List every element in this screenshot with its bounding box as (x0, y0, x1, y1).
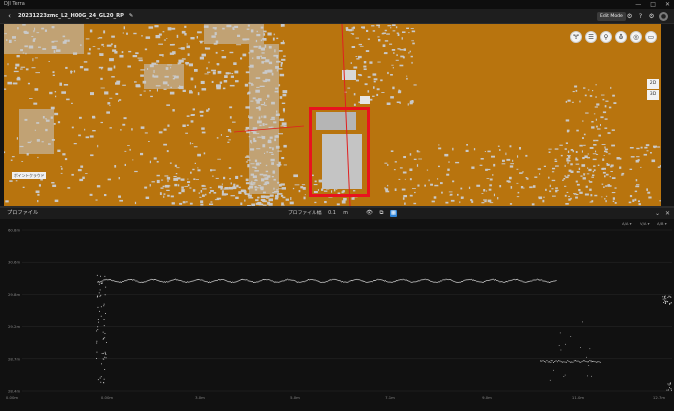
y-tick-label: 28.7m (8, 356, 20, 361)
x-tick-label: 0.00m (6, 395, 18, 400)
collapse-icon[interactable]: ⌄ (655, 208, 660, 219)
x-tick-label: 0.00m (101, 395, 113, 400)
filter-tool-icon[interactable]: 🝖 (570, 31, 582, 43)
window-controls: — □ ✕ (635, 0, 670, 9)
profile-width-label: プロファイル幅 (288, 211, 322, 216)
back-icon[interactable]: ‹ (5, 12, 14, 21)
panel-tool-icon[interactable]: ▭ (645, 31, 657, 43)
help-icon[interactable]: ? (636, 12, 645, 21)
profile-chart[interactable]: 60.8m30.6m29.8m29.2m28.7m28.4m0.00m 0.00m… (0, 219, 674, 411)
x-tick-label: 3.0m (195, 395, 205, 400)
profile-points (96, 274, 672, 391)
close-icon[interactable]: ✕ (665, 0, 670, 9)
close-panel-icon[interactable]: ✕ (665, 208, 670, 219)
layer-label: ポイントクラウド (12, 172, 47, 179)
x-tick-label: 9.0m (482, 395, 492, 400)
selection-highlight (309, 107, 370, 197)
view-2d-button[interactable]: 2D (647, 79, 659, 89)
x-tick-label: 11.0m (572, 395, 584, 400)
project-title: 20231223zmc_L2_H00G_24_GL20_RP ✎ (18, 9, 133, 24)
profile-plot[interactable]: A/A ▾ V/A ▾ A/B ▾ 60.8m 30.6m 29.8m 29.2m 28… (0, 219, 674, 411)
maximize-icon[interactable]: □ (650, 0, 656, 9)
location-tool-icon[interactable]: ⚲ (600, 31, 612, 43)
y-tick-label: 60.8m (8, 228, 20, 233)
eye-icon[interactable]: 👁 (366, 210, 373, 217)
project-title-text: 20231223zmc_L2_H00G_24_GL20_RP (18, 13, 124, 19)
app-toolbar: ‹ 20231223zmc_L2_H00G_24_GL20_RP ✎ Edit … (0, 9, 674, 24)
measure-tool-icon[interactable]: ⛢ (615, 31, 627, 43)
profile-width-unit: m (343, 211, 348, 216)
x-tick-label: 7.1m (385, 395, 395, 400)
y-tick-label: 29.2m (8, 324, 20, 329)
profile-panel-header: プロファイル プロファイル幅 0.1 m 👁 ⧉ ▦ ⌄ ✕ (0, 208, 674, 219)
target-tool-icon[interactable]: ◎ (630, 31, 642, 43)
x-tick-label: 12.7m (653, 395, 665, 400)
y-tick-label: 29.8m (8, 292, 20, 297)
app-name: DJI Terra (4, 1, 25, 7)
user-avatar[interactable]: ● (659, 12, 668, 21)
viewport-tools: 🝖 ☰ ⚲ ⛢ ◎ ▭ (570, 31, 657, 43)
settings-icon[interactable]: ⚙ (647, 12, 656, 21)
minimize-icon[interactable]: — (635, 0, 641, 9)
grid-icon[interactable]: ▦ (390, 210, 397, 217)
gear-icon[interactable]: ⚙ (625, 12, 634, 21)
window-titlebar: DJI Terra — □ ✕ (0, 0, 674, 9)
edit-title-icon[interactable]: ✎ (129, 13, 133, 19)
profile-width: プロファイル幅 0.1 m (288, 208, 348, 219)
vehicle-mark-2 (360, 96, 370, 104)
x-tick-label: 5.0m (290, 395, 300, 400)
profile-width-value[interactable]: 0.1 (328, 211, 336, 216)
view-3d-button[interactable]: 3D (647, 90, 659, 100)
point-cloud-viewport[interactable]: 🝖 ☰ ⚲ ⛢ ◎ ▭ 2D 3D ポイントクラウド (4, 24, 661, 206)
layers-tool-icon[interactable]: ☰ (585, 31, 597, 43)
y-tick-label: 28.4m (8, 389, 20, 394)
view-mode-toggle: 2D 3D (647, 79, 659, 100)
edit-mode-button[interactable]: Edit Mode (597, 12, 626, 21)
y-tick-label: 30.6m (8, 260, 20, 265)
copy-icon[interactable]: ⧉ (378, 210, 385, 217)
panel-controls: ⌄ ✕ (655, 208, 670, 219)
profile-title: プロファイル (7, 210, 39, 216)
